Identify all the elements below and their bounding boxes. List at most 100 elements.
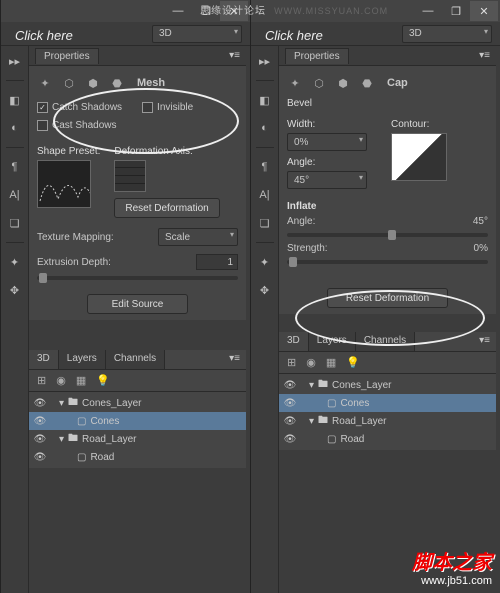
edit-source-button[interactable]: Edit Source (87, 294, 189, 314)
tool-icon[interactable]: ◧ (4, 89, 26, 111)
reset-deformation-button[interactable]: Reset Deformation (114, 198, 219, 218)
expand-icon[interactable]: ▾ (309, 416, 314, 427)
restore-button[interactable]: ❐ (442, 1, 470, 21)
shape-preset-picker[interactable] (37, 160, 91, 208)
visibility-icon[interactable]: 👁 (283, 398, 297, 409)
visibility-icon[interactable]: 👁 (283, 416, 297, 427)
panel-menu-icon[interactable]: ▾≡ (479, 50, 490, 61)
tool-icon[interactable]: A| (254, 184, 276, 206)
tool-icon[interactable]: ✦ (4, 251, 26, 273)
click-here-label: Click here (265, 28, 323, 43)
layer-row[interactable]: 👁▢Road (279, 430, 496, 448)
mesh-type-icon[interactable]: ⬢ (85, 75, 101, 91)
layer-row[interactable]: 👁▢Cones (29, 412, 246, 430)
tab-3d[interactable]: 3D (279, 332, 309, 351)
panel-menu-icon[interactable]: ▾≡ (473, 332, 496, 351)
filter-icon[interactable]: ▦ (76, 374, 86, 387)
cap-type-icon[interactable]: ⬣ (359, 75, 375, 91)
properties-tab[interactable]: Properties (35, 48, 99, 64)
mesh-type-icon[interactable]: ⬣ (109, 75, 125, 91)
layer-row[interactable]: 👁▾🖿Road_Layer (29, 430, 246, 448)
strength-slider[interactable] (287, 260, 488, 264)
tool-icon[interactable]: ◧ (254, 89, 276, 111)
filter-icon[interactable]: ▦ (326, 356, 336, 369)
visibility-icon[interactable]: 👁 (33, 416, 47, 427)
minimize-button[interactable]: — (164, 1, 192, 21)
expand-icon[interactable]: ▾ (309, 380, 314, 391)
panel-menu-icon[interactable]: ▾≡ (223, 350, 246, 369)
visibility-icon[interactable]: 👁 (33, 434, 47, 445)
layer-row[interactable]: 👁▢Road (29, 448, 246, 466)
catch-shadows-label: Catch Shadows (52, 102, 122, 113)
layer-row[interactable]: 👁▢Cones (279, 394, 496, 412)
tool-icon[interactable]: ¶ (4, 156, 26, 178)
tool-icon[interactable]: ◐ (254, 117, 276, 139)
tab-channels[interactable]: Channels (106, 350, 165, 369)
deform-axis-picker[interactable] (114, 160, 146, 192)
deform-axis-label: Deformation Axis: (114, 146, 219, 157)
mesh-icon: ▢ (327, 398, 336, 409)
cast-shadows-checkbox[interactable] (37, 120, 48, 131)
watermark-top: 思缘设计论坛 WWW.MISSYUAN.COM (200, 2, 388, 17)
contour-picker[interactable] (391, 133, 447, 181)
filter-icon[interactable]: 💡 (96, 374, 110, 387)
visibility-icon[interactable]: 👁 (33, 398, 47, 409)
width-label: Width: (287, 119, 367, 130)
inflate-angle-slider[interactable] (287, 233, 488, 237)
properties-tab[interactable]: Properties (285, 48, 349, 64)
tool-icon[interactable]: ✥ (254, 279, 276, 301)
tab-channels[interactable]: Channels (356, 332, 415, 351)
cast-shadows-label: Cast Shadows (52, 120, 116, 131)
mesh-type-icon[interactable]: ⬡ (61, 75, 77, 91)
panel-menu-icon[interactable]: ▾≡ (229, 50, 240, 61)
texture-mapping-label: Texture Mapping: (37, 232, 114, 243)
tab-3d[interactable]: 3D (29, 350, 59, 369)
layer-row[interactable]: 👁▾🖿Cones_Layer (279, 376, 496, 394)
strength-value: 0% (474, 243, 488, 254)
filter-icon[interactable]: ◉ (306, 356, 316, 369)
extrusion-depth-input[interactable]: 1 (196, 254, 238, 270)
extrusion-slider[interactable] (37, 276, 238, 280)
catch-shadows-checkbox[interactable] (37, 102, 48, 113)
filter-icon[interactable]: ◉ (56, 374, 66, 387)
visibility-icon[interactable]: 👁 (283, 380, 297, 391)
expand-icon[interactable]: ▾ (59, 398, 64, 409)
expand-icon[interactable]: ▾ (59, 434, 64, 445)
tool-icon[interactable]: ◐ (4, 117, 26, 139)
minimize-button[interactable]: — (414, 1, 442, 21)
layer-row[interactable]: 👁▾🖿Road_Layer (279, 412, 496, 430)
tool-icon[interactable]: A| (4, 184, 26, 206)
width-dropdown[interactable]: 0% (287, 133, 367, 151)
invisible-checkbox[interactable] (142, 102, 153, 113)
tool-icon[interactable]: ▸▸ (254, 50, 276, 72)
tool-icon[interactable]: ▸▸ (4, 50, 26, 72)
layer-row[interactable]: 👁▾🖿Cones_Layer (29, 394, 246, 412)
reset-deformation-button[interactable]: Reset Deformation (327, 288, 448, 308)
filter-icon[interactable]: 💡 (346, 356, 360, 369)
tab-layers[interactable]: Layers (309, 332, 356, 351)
tool-icon[interactable]: ✥ (4, 279, 26, 301)
folder-icon: 🖿 (68, 395, 78, 412)
close-button[interactable]: ✕ (470, 1, 498, 21)
tool-icon[interactable]: ❏ (254, 212, 276, 234)
tab-layers[interactable]: Layers (59, 350, 106, 369)
folder-icon: 🖿 (318, 377, 328, 394)
strength-label: Strength: (287, 243, 328, 254)
tool-strip: ▸▸ ◧ ◐ ¶ A| ❏ ✦ ✥ (251, 46, 279, 593)
tool-icon[interactable]: ❏ (4, 212, 26, 234)
angle-dropdown[interactable]: 45° (287, 171, 367, 189)
tool-icon[interactable]: ✦ (254, 251, 276, 273)
mesh-type-icon[interactable]: ✦ (37, 75, 53, 91)
cap-type-icon[interactable]: ⬢ (335, 75, 351, 91)
workspace-dropdown[interactable]: 3D (152, 25, 242, 43)
cap-type-icon[interactable]: ⬡ (311, 75, 327, 91)
workspace-dropdown[interactable]: 3D (402, 25, 492, 43)
texture-mapping-dropdown[interactable]: Scale (158, 228, 238, 246)
filter-icon[interactable]: ⊞ (37, 374, 46, 387)
invisible-label: Invisible (157, 102, 193, 113)
visibility-icon[interactable]: 👁 (283, 434, 297, 445)
cap-type-icon[interactable]: ✦ (287, 75, 303, 91)
visibility-icon[interactable]: 👁 (33, 452, 47, 463)
tool-icon[interactable]: ¶ (254, 156, 276, 178)
filter-icon[interactable]: ⊞ (287, 356, 296, 369)
